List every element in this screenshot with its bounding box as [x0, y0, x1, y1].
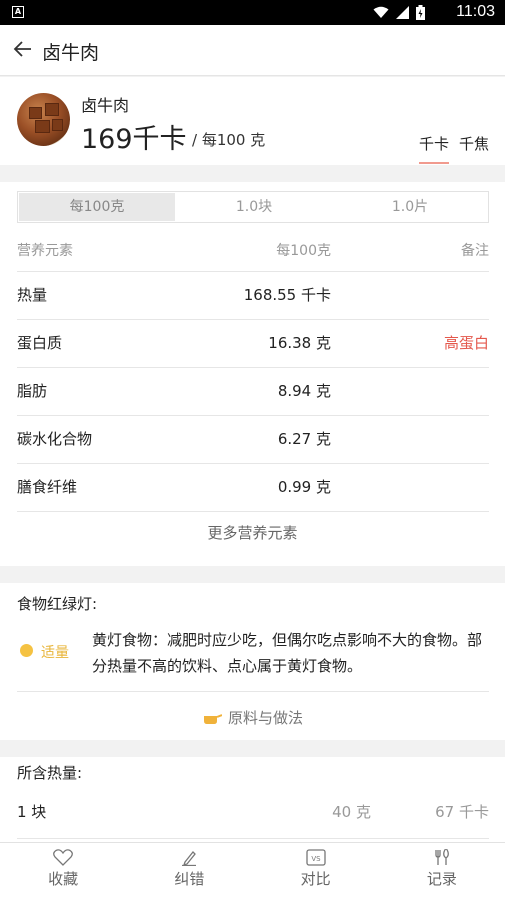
tab-favorite[interactable]: 收藏 [0, 843, 126, 899]
table-row: 膳食纤维 0.99 克 [17, 464, 489, 512]
page-title: 卤牛肉 [42, 42, 100, 64]
wifi-icon [373, 6, 389, 18]
food-name: 卤牛肉 [81, 96, 130, 115]
table-row: 热量 168.55 千卡 [17, 272, 489, 320]
divider [17, 691, 489, 692]
bottom-tab-bar: 收藏 纠错 VS 对比 记录 [0, 842, 505, 899]
nutrition-table: 营养元素 每100克 备注 热量 168.55 千卡 蛋白质 16.38 克 高… [17, 230, 489, 512]
tab-label: 收藏 [48, 870, 79, 888]
energy-unit-toggle: 千卡 千焦 [418, 133, 489, 164]
traffic-light-level: 适量 [41, 645, 69, 661]
per-unit-label: / 每100 克 [192, 131, 266, 149]
portion-weight: 40 克 [332, 803, 371, 821]
nutrient-name: 碳水化合物 [17, 430, 93, 448]
nutrition-card: 每100克 1.0块 1.0片 营养元素 每100克 备注 热量 168.55 … [0, 182, 505, 566]
calorie-value: 169千卡 [81, 124, 187, 155]
recipe-button[interactable]: 原料与做法 [0, 707, 505, 728]
nutrient-value: 8.94 克 [277, 382, 331, 400]
heat-title: 所含热量: [17, 764, 83, 782]
clock: 11:03 [456, 3, 495, 20]
utensils-icon [435, 849, 449, 865]
traffic-light-card: 食物红绿灯: 适量 黄灯食物：减肥时应少吃，但偶尔吃点影响不大的食物。部分热量不… [0, 583, 505, 740]
unit-kj-tab[interactable]: 千焦 [459, 133, 489, 164]
food-image [17, 93, 70, 146]
portion-label: 1 块 [17, 803, 47, 821]
system-icons [373, 5, 425, 20]
table-row: 蛋白质 16.38 克 高蛋白 [17, 320, 489, 368]
traffic-light-title: 食物红绿灯: [17, 595, 98, 613]
header-per100g: 每100克 [276, 243, 331, 259]
svg-text:VS: VS [311, 855, 321, 863]
nutrient-name: 脂肪 [17, 382, 48, 400]
tab-label: 纠错 [174, 870, 205, 888]
tab-record[interactable]: 记录 [379, 843, 505, 899]
header-nutrient: 营养元素 [17, 243, 73, 259]
signal-icon [396, 6, 409, 19]
nutrient-value: 168.55 千卡 [243, 286, 331, 304]
recipe-label: 原料与做法 [227, 709, 303, 727]
table-header: 营养元素 每100克 备注 [17, 230, 489, 272]
table-row: 脂肪 8.94 克 [17, 368, 489, 416]
yellow-light-icon [20, 644, 33, 657]
heart-icon [53, 849, 74, 866]
list-item: 1 块 40 克 67 千卡 [17, 793, 489, 839]
serving-tab-piece[interactable]: 1.0块 [176, 192, 332, 222]
heat-card: 所含热量: 1 块 40 克 67 千卡 [0, 757, 505, 842]
tab-compare[interactable]: VS 对比 [253, 843, 379, 899]
pot-icon [203, 714, 222, 724]
unit-kcal-tab[interactable]: 千卡 [418, 133, 449, 164]
serving-tab-per100g[interactable]: 每100克 [19, 193, 175, 221]
more-nutrients-button[interactable]: 更多营养元素 [0, 522, 505, 543]
vs-icon: VS [305, 849, 326, 866]
header-note: 备注 [461, 243, 489, 259]
nutrient-name: 热量 [17, 286, 48, 304]
nutrient-value: 6.27 克 [277, 430, 331, 448]
nutrient-note: 高蛋白 [443, 334, 489, 352]
app-bar: 卤牛肉 [0, 25, 505, 76]
serving-tab-slice[interactable]: 1.0片 [332, 192, 488, 222]
tab-correct[interactable]: 纠错 [126, 843, 252, 899]
app-notification-icon: A [12, 6, 24, 18]
table-row: 碳水化合物 6.27 克 [17, 416, 489, 464]
tab-label: 对比 [300, 870, 331, 888]
back-arrow-icon[interactable] [12, 38, 34, 60]
traffic-light-description: 黄灯食物：减肥时应少吃，但偶尔吃点影响不大的食物。部分热量不高的饮料、点心属于黄… [92, 631, 483, 675]
serving-selector: 每100克 1.0块 1.0片 [17, 191, 489, 223]
food-header: 卤牛肉 169千卡 / 每100 克 千卡 千焦 [0, 77, 505, 165]
tab-label: 记录 [426, 870, 457, 888]
status-bar: A 11:03 [0, 0, 505, 25]
nutrient-name: 蛋白质 [17, 334, 63, 352]
portion-kcal: 67 千卡 [435, 803, 489, 821]
nutrient-value: 0.99 克 [277, 478, 331, 496]
nutrient-value: 16.38 克 [268, 334, 331, 352]
nutrient-name: 膳食纤维 [17, 478, 78, 496]
battery-icon [416, 5, 425, 20]
pencil-icon [182, 851, 197, 866]
